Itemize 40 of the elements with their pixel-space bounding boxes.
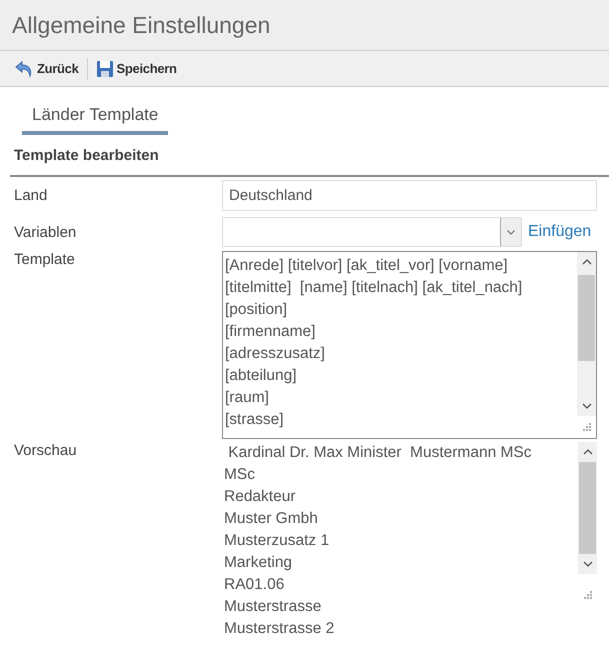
template-field[interactable]: [Anrede] [titelvor] [ak_titel_vor] [vorname] [titelmitte] [name] [titelnach] [ak_titel_nach] [position] [firmenname] [adresszusatz] [abteilung] [raum] [strasse] bbox=[222, 251, 597, 439]
variables-dropdown[interactable] bbox=[222, 217, 522, 247]
preview-line: Muster Gmbh bbox=[224, 509, 319, 529]
field-label: Vorschau bbox=[14, 442, 78, 461]
dropdown-caret-icon bbox=[507, 230, 515, 234]
scroll-up-icon[interactable] bbox=[582, 449, 592, 455]
template-line: [strasse] bbox=[225, 410, 285, 430]
preview-line: Musterstrasse 2 bbox=[224, 619, 336, 639]
scroll-up-icon[interactable] bbox=[582, 259, 592, 265]
template-line: [firmenname] bbox=[225, 322, 316, 342]
preview-line: Marketing bbox=[224, 553, 294, 573]
tab[interactable]: Länder Template bbox=[22, 105, 168, 135]
scroll-down-icon[interactable] bbox=[582, 561, 592, 567]
scrollbar[interactable] bbox=[577, 252, 596, 438]
template-line: [raum] bbox=[225, 388, 270, 408]
scroll-down-icon[interactable] bbox=[582, 403, 592, 409]
insert-link[interactable]: Einfügen bbox=[528, 223, 592, 241]
preview-line: RA01.06 bbox=[224, 575, 286, 595]
back-arrow-icon bbox=[14, 60, 34, 78]
preview-line: Musterstrasse bbox=[224, 597, 322, 617]
field-label: Template bbox=[14, 251, 76, 270]
field-label: Variablen bbox=[14, 224, 78, 240]
template-line: [adresszusatz] bbox=[225, 344, 326, 364]
preview-line: Musterzusatz 1 bbox=[224, 531, 330, 551]
country-field[interactable]: Deutschland bbox=[222, 180, 597, 211]
field-label: Land bbox=[14, 187, 48, 204]
resize-grip-icon[interactable] bbox=[584, 591, 592, 599]
page-title: Allgemeine Einstellungen bbox=[12, 12, 270, 38]
back-button[interactable]: Zurück bbox=[12, 58, 81, 80]
template-line: [position] bbox=[225, 300, 288, 320]
resize-grip-icon[interactable] bbox=[582, 423, 590, 431]
save-button[interactable]: Speichern bbox=[94, 58, 179, 80]
template-line: [abteilung] bbox=[225, 366, 298, 386]
scrollbar[interactable] bbox=[578, 442, 597, 574]
preview-line: Kardinal Dr. Max Minister Mustermann MSc bbox=[227, 443, 533, 463]
section-title: Template bearbeiten bbox=[13, 146, 160, 166]
preview-line: MSc bbox=[224, 465, 256, 485]
template-line: [Anrede] [titelvor] [ak_titel_vor] [vorname] bbox=[225, 256, 509, 276]
template-line: [titelmitte] [name] [titelnach] [ak_titel_nach] bbox=[225, 278, 524, 298]
preview-line: Redakteur bbox=[224, 487, 297, 507]
